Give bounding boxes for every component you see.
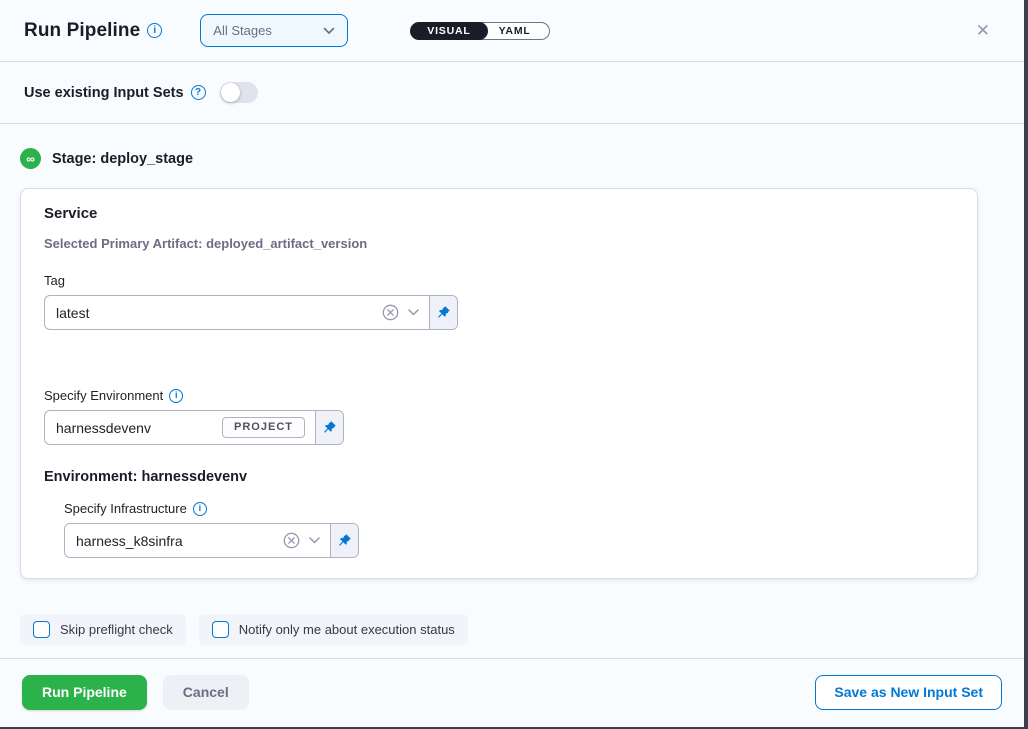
infrastructure-section: Specify Infrastructure i (64, 501, 954, 558)
cancel-button[interactable]: Cancel (163, 675, 249, 710)
visual-yaml-toggle: VISUAL YAML (410, 22, 549, 40)
modal-footer: Run Pipeline Cancel Save as New Input Se… (0, 658, 1024, 727)
skip-preflight-checkbox[interactable] (33, 621, 50, 638)
environment-input-group: PROJECT (44, 410, 344, 445)
tag-input[interactable] (45, 296, 382, 329)
run-pipeline-modal: Run Pipeline i All Stages VISUAL YAML ✕ … (0, 0, 1024, 727)
input-sets-row: Use existing Input Sets ? (0, 62, 1024, 124)
notify-me-option[interactable]: Notify only me about execution status (199, 614, 468, 645)
page-title: Run Pipeline (24, 20, 140, 42)
infrastructure-label: Specify Infrastructure i (64, 501, 954, 516)
input-sets-label: Use existing Input Sets (24, 85, 184, 101)
clear-icon[interactable] (283, 532, 300, 549)
service-title: Service (44, 205, 954, 222)
environment-input[interactable] (45, 411, 222, 444)
tag-label: Tag (44, 273, 954, 288)
skip-preflight-option[interactable]: Skip preflight check (20, 614, 186, 645)
infrastructure-input-adornments (283, 524, 330, 557)
infrastructure-input[interactable] (65, 524, 283, 557)
cd-stage-icon: ∞ (20, 148, 41, 169)
spacer (44, 330, 954, 388)
pin-icon[interactable] (315, 411, 343, 444)
project-scope-badge: PROJECT (222, 417, 305, 438)
chevron-down-icon (323, 27, 335, 35)
options-row: Skip preflight check Notify only me abou… (20, 614, 1000, 645)
tag-input-adornments (382, 296, 429, 329)
input-sets-toggle[interactable] (220, 82, 258, 103)
environment-input-adornments: PROJECT (222, 411, 315, 444)
modal-header: Run Pipeline i All Stages VISUAL YAML ✕ (0, 0, 1024, 62)
tab-visual[interactable]: VISUAL (410, 22, 487, 40)
help-icon[interactable]: ? (191, 85, 206, 100)
info-icon[interactable]: i (169, 389, 183, 403)
pin-icon[interactable] (429, 296, 457, 329)
environment-label: Specify Environment i (44, 388, 954, 403)
notify-me-label: Notify only me about execution status (239, 622, 455, 637)
info-icon[interactable]: i (147, 23, 162, 38)
stages-select[interactable]: All Stages (200, 14, 348, 47)
toggle-knob (221, 83, 240, 102)
save-as-new-input-set-button[interactable]: Save as New Input Set (815, 675, 1002, 710)
clear-icon[interactable] (382, 304, 399, 321)
stage-row: ∞ Stage: deploy_stage (0, 124, 1024, 183)
stage-label: Stage: deploy_stage (52, 151, 193, 167)
skip-preflight-label: Skip preflight check (60, 622, 173, 637)
pin-icon[interactable] (330, 524, 358, 557)
stages-select-value: All Stages (213, 23, 272, 38)
selected-artifact-line: Selected Primary Artifact: deployed_arti… (44, 236, 954, 251)
infrastructure-input-group (64, 523, 359, 558)
chevron-down-icon[interactable] (408, 309, 419, 316)
environment-heading: Environment: harnessdevenv (44, 469, 954, 485)
run-pipeline-button[interactable]: Run Pipeline (22, 675, 147, 710)
tag-input-group (44, 295, 458, 330)
info-icon[interactable]: i (193, 502, 207, 516)
close-icon[interactable]: ✕ (972, 18, 994, 43)
chevron-down-icon[interactable] (309, 537, 320, 544)
notify-me-checkbox[interactable] (212, 621, 229, 638)
service-card: Service Selected Primary Artifact: deplo… (20, 188, 978, 579)
